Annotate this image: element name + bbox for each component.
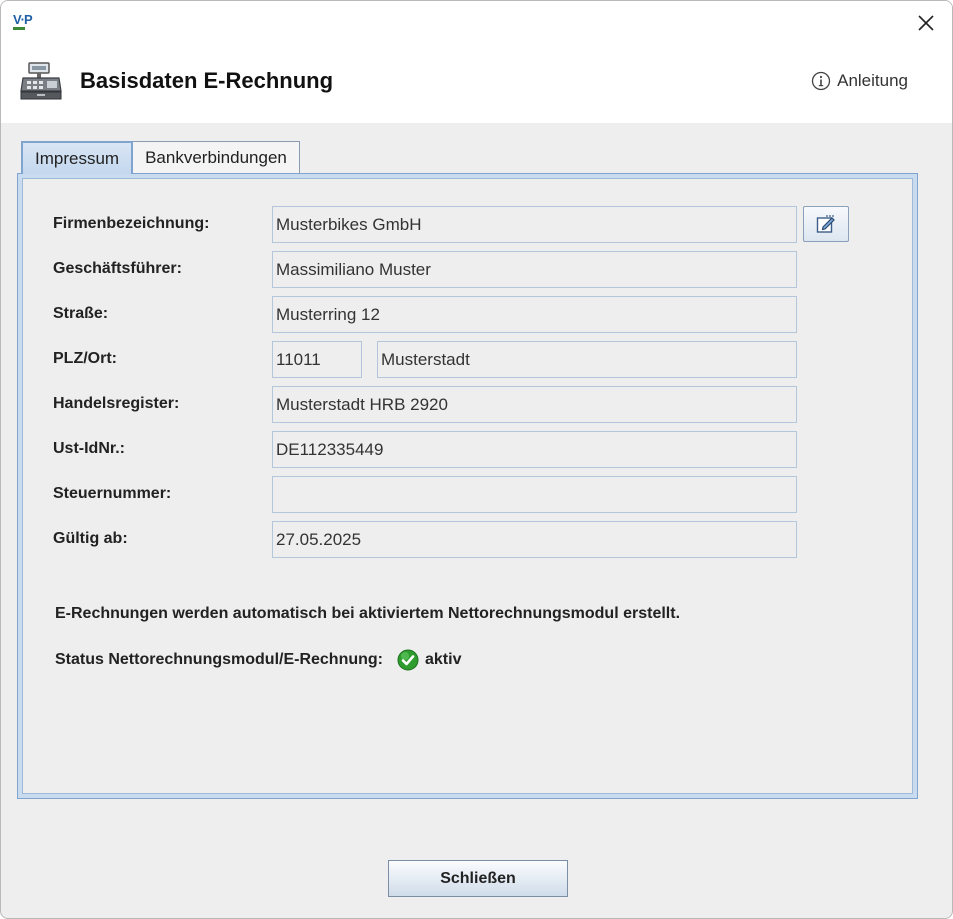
tab-bankverbindungen[interactable]: Bankverbindungen (132, 141, 300, 174)
tab-impressum[interactable]: Impressum (21, 141, 134, 174)
cash-register-icon (19, 61, 63, 101)
info-text: E-Rechnungen werden automatisch bei akti… (55, 605, 681, 622)
manager-field[interactable]: Massimiliano Muster (272, 251, 797, 288)
tab-panel: Firmenbezeichnung: Musterbikes GmbH Gesc… (17, 173, 918, 799)
row-tax-number: Steuernummer: (23, 476, 912, 514)
row-company: Firmenbezeichnung: Musterbikes GmbH (23, 206, 912, 244)
valid-from-field[interactable]: 27.05.2025 (272, 521, 797, 558)
close-button[interactable]: Schließen (388, 860, 568, 897)
vat-id-field[interactable]: DE112335449 (272, 431, 797, 468)
status-value: aktiv (425, 651, 462, 668)
register-label: Handelsregister: (53, 395, 180, 412)
status-label: Status Nettorechnungsmodul/E-Rechnung: (55, 651, 383, 668)
street-label: Straße: (53, 305, 109, 322)
title-bar: V·P (1, 1, 952, 47)
tab-bar: Impressum Bankverbindungen (21, 141, 300, 174)
tax-number-label: Steuernummer: (53, 485, 172, 502)
dialog-window: V·P Basisdaten E-Rechnung Anleitung Impr… (0, 0, 953, 919)
close-icon (918, 15, 934, 31)
tax-number-field[interactable] (272, 476, 797, 513)
row-valid-from: Gültig ab: 27.05.2025 (23, 521, 912, 559)
company-label: Firmenbezeichnung: (53, 215, 210, 232)
edit-button[interactable] (803, 206, 849, 242)
app-logo-text: V·P (13, 12, 33, 27)
valid-from-label: Gültig ab: (53, 530, 128, 547)
status-row: Status Nettorechnungsmodul/E-Rechnung: a… (55, 649, 461, 671)
zip-city-label: PLZ/Ort: (53, 350, 117, 367)
edit-icon (816, 215, 835, 233)
zip-field[interactable]: 11011 (272, 341, 362, 378)
city-field[interactable]: Musterstadt (377, 341, 797, 378)
row-zip-city: PLZ/Ort: 11011 Musterstadt (23, 341, 912, 379)
dialog-header: Basisdaten E-Rechnung Anleitung (1, 47, 952, 123)
register-field[interactable]: Musterstadt HRB 2920 (272, 386, 797, 423)
street-field[interactable]: Musterring 12 (272, 296, 797, 333)
manager-label: Geschäftsführer: (53, 260, 182, 277)
vat-id-label: Ust-IdNr.: (53, 440, 125, 457)
check-circle-icon (397, 649, 419, 671)
info-icon (811, 71, 831, 91)
row-street: Straße: Musterring 12 (23, 296, 912, 334)
company-field[interactable]: Musterbikes GmbH (272, 206, 797, 243)
help-link-label: Anleitung (837, 71, 908, 90)
page-title: Basisdaten E-Rechnung (80, 68, 334, 93)
window-close-button[interactable] (914, 11, 938, 35)
row-vat-id: Ust-IdNr.: DE112335449 (23, 431, 912, 469)
row-manager: Geschäftsführer: Massimiliano Muster (23, 251, 912, 289)
app-logo: V·P (13, 12, 37, 34)
app-logo-underline (13, 27, 25, 30)
row-register: Handelsregister: Musterstadt HRB 2920 (23, 386, 912, 424)
impressum-form: Firmenbezeichnung: Musterbikes GmbH Gesc… (22, 178, 913, 794)
help-link[interactable]: Anleitung (811, 71, 908, 91)
